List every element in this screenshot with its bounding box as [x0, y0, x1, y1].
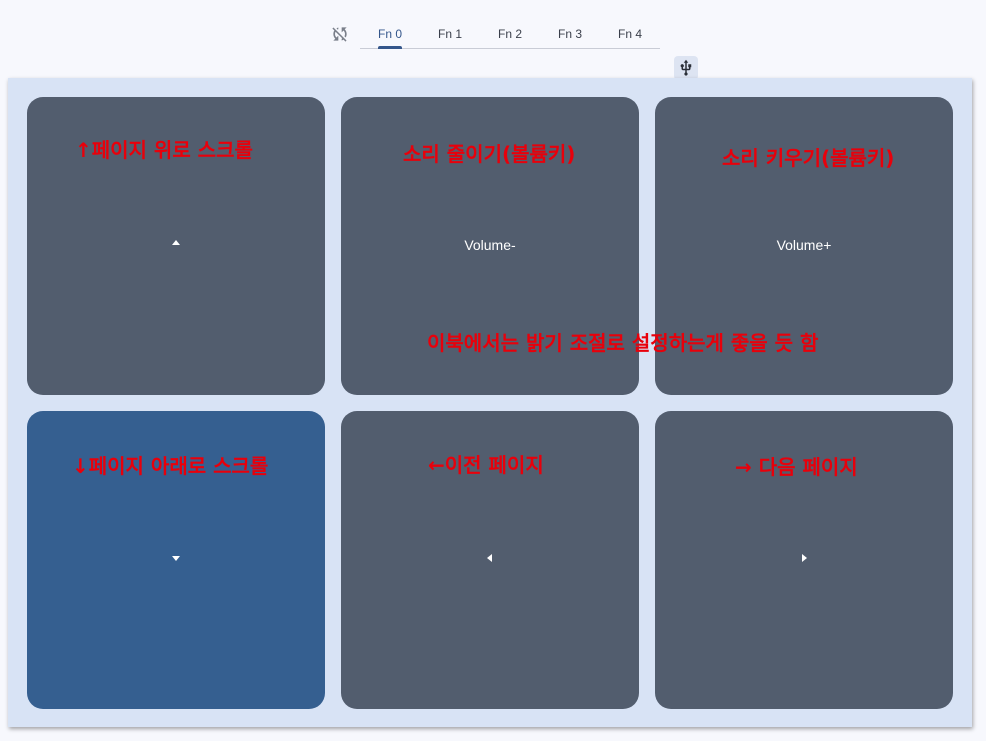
annotation-ebook-note: 이북에서는 밝기 조절로 설정하는게 좋을 듯 함 — [427, 331, 819, 355]
annotation-volume-down: 소리 줄이기(볼륨키) — [403, 142, 576, 166]
arrow-up-icon — [172, 240, 180, 245]
top-bar: Fn 0 Fn 1 Fn 2 Fn 3 Fn 4 — [0, 0, 986, 80]
tab-fn-3[interactable]: Fn 3 — [540, 20, 600, 48]
sync-toggle-button[interactable] — [328, 22, 352, 46]
arrow-down-icon — [172, 556, 180, 561]
tab-fn-2[interactable]: Fn 2 — [480, 20, 540, 48]
tab-fn-1[interactable]: Fn 1 — [420, 20, 480, 48]
key-label: Volume- — [464, 237, 516, 253]
usb-connection-button[interactable] — [674, 56, 698, 80]
annotation-next-page: → 다음 페이지 — [735, 455, 858, 479]
annotation-volume-up: 소리 키우기(볼륨키) — [722, 146, 895, 170]
annotation-scroll-up: ↑페이지 위로 스크롤 — [75, 138, 253, 162]
fn-tab-bar: Fn 0 Fn 1 Fn 2 Fn 3 Fn 4 — [360, 20, 660, 49]
tab-fn-4[interactable]: Fn 4 — [600, 20, 660, 48]
annotation-prev-page: ←이전 페이지 — [428, 453, 544, 477]
tab-fn-0[interactable]: Fn 0 — [360, 20, 420, 49]
arrow-left-icon — [487, 554, 492, 562]
key-grid-panel: Volume- Volume+ — [8, 78, 972, 727]
sync-disabled-icon — [332, 27, 347, 42]
key-label: Volume+ — [776, 237, 832, 253]
arrow-right-icon — [802, 554, 807, 562]
usb-icon — [680, 59, 692, 76]
annotation-scroll-down: ↓페이지 아래로 스크롤 — [72, 454, 269, 478]
